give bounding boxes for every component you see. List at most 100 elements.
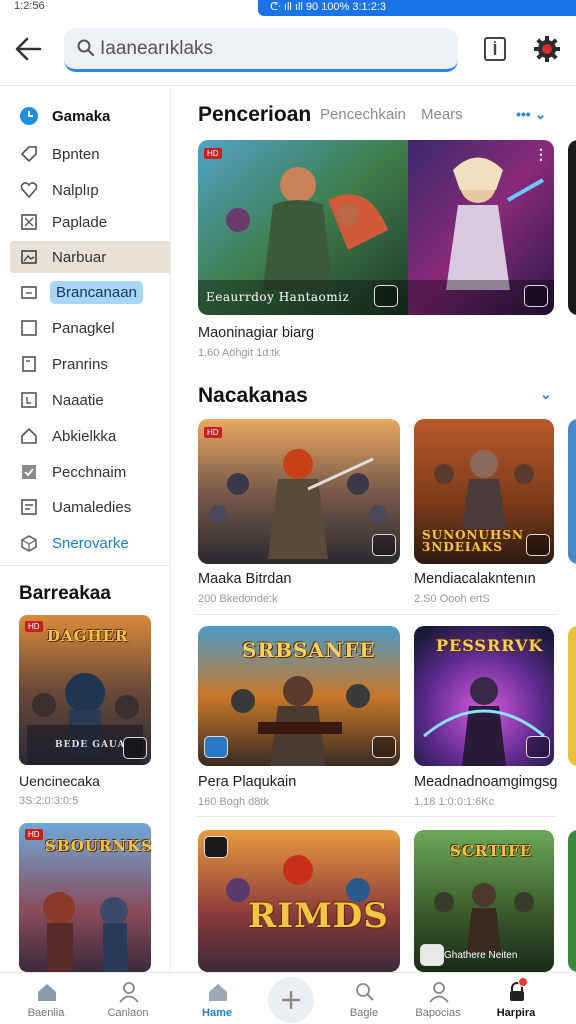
sidebar-item-brancanaan[interactable]: Brancanaan	[10, 277, 170, 309]
game-logo: DAGHER	[47, 627, 129, 645]
tag-icon	[20, 146, 37, 163]
game-corner-label: Ghathere Neiten	[444, 950, 518, 961]
featured-game-card[interactable]: HD Eeaurrdoy Hantaomiz ⋮	[198, 140, 554, 315]
sidebar-item-label: Panagkel	[52, 320, 115, 337]
sidebar-item-label: Uamaledies	[52, 499, 132, 516]
next-card-peek	[568, 140, 576, 315]
sidebar-item-pecchnaim[interactable]: Pecchnaim	[10, 456, 170, 488]
open-button[interactable]	[526, 736, 550, 758]
home-icon	[21, 427, 37, 444]
nav-baeniia[interactable]: Baeniia	[14, 973, 78, 1024]
sidebar-item-label: Paplade	[52, 214, 108, 231]
search-input[interactable]	[100, 36, 440, 62]
sidebar: Gamaka Bpnten Nalplıp Paplade Narbuar Br…	[0, 87, 171, 972]
game-title: Mendiacalakntenın	[414, 571, 536, 587]
sidebar-item-pranrins[interactable]: Pranrins	[10, 348, 170, 380]
game-meta: 1.18 1:0:0:1:6Kc	[414, 796, 495, 808]
sidebar-item-snerovarke[interactable]: Snerovarke	[10, 527, 170, 559]
nav-bagle[interactable]: Bagle	[332, 973, 396, 1024]
sidebar-item-panagkel[interactable]: Panagkel	[10, 312, 170, 344]
open-button[interactable]	[526, 534, 550, 556]
game-card[interactable]: RIMDS	[198, 830, 400, 972]
game-meta: 160 Bogh d8tk	[198, 796, 269, 808]
game-tag: HD	[25, 621, 43, 632]
section-title: Pencerioan	[198, 103, 312, 126]
app-icon	[204, 736, 228, 758]
sidebar-item-uamaledies[interactable]: Uamaledies	[10, 491, 170, 523]
game-cover-image	[198, 419, 400, 564]
game-title: Pera Plaqukain	[198, 774, 297, 790]
home-icon	[38, 984, 56, 1001]
user-icon	[429, 982, 449, 1003]
section-title: Nacakanas	[198, 384, 308, 407]
sidebar-item-paplade[interactable]: Paplade	[10, 206, 170, 238]
top-bar	[0, 16, 576, 86]
square-icon	[21, 320, 37, 336]
next-card-peek	[568, 626, 576, 766]
row-divider	[196, 816, 556, 817]
add-button[interactable]	[268, 977, 314, 1023]
sidebar-item-gamaka[interactable]: Gamaka	[10, 100, 170, 132]
game-meta: 1.60 Aöhgit 1d:tk	[198, 347, 280, 359]
gear-icon	[534, 36, 560, 62]
info-button[interactable]	[482, 36, 508, 62]
open-button[interactable]	[123, 737, 147, 759]
image-icon	[21, 250, 37, 264]
game-meta: 3S:2:0:3:0:5	[19, 795, 79, 807]
sidebar-item-label: Pranrins	[52, 356, 108, 373]
more-vertical-icon[interactable]: ⋮	[534, 146, 548, 163]
box-icon	[21, 214, 37, 230]
screen-icon	[21, 286, 37, 299]
expand-button[interactable]: ⌄	[540, 386, 552, 403]
game-tag: HD	[204, 427, 222, 438]
open-button[interactable]	[372, 534, 396, 556]
search-icon	[356, 983, 374, 1001]
nav-bapocias[interactable]: Bapocias	[406, 973, 470, 1024]
tab-mears[interactable]: Mears	[421, 106, 463, 123]
open-button[interactable]	[524, 285, 548, 307]
user-icon	[119, 982, 139, 1003]
game-logo: RIMDS	[248, 896, 389, 936]
sidebar-game-card[interactable]: HD SBOURNKS	[19, 823, 151, 972]
status-bar: 1:2:56 ᕦᐧ ıll ıll 90 100% 3:1:2:3	[0, 0, 576, 16]
sidebar-item-label: Narbuar	[52, 249, 107, 266]
more-options-button[interactable]: ••• ⌄	[516, 106, 546, 123]
plus-icon	[282, 991, 300, 1009]
sidebar-item-label: Brancanaan	[50, 281, 143, 304]
back-button[interactable]	[12, 34, 46, 64]
game-title: Uencinecaka	[19, 773, 100, 789]
sidebar-item-label: Abkielkka	[52, 428, 117, 445]
status-time: 1:2:56	[14, 0, 45, 12]
game-card[interactable]: SCRTIFE Ghathere Neiten	[414, 830, 554, 972]
nav-label: Canlaon	[107, 1007, 149, 1019]
sidebar-item-bpnten[interactable]: Bpnten	[10, 138, 170, 170]
sidebar-item-narbuar[interactable]: Narbuar	[10, 241, 170, 273]
game-card[interactable]: PESSRRVK	[414, 626, 554, 766]
sidebar-game-card[interactable]: HD DAGHER BEDE GAUA	[19, 615, 151, 765]
sidebar-item-abkielkka[interactable]: Abkielkka	[10, 420, 170, 452]
bottom-navigation: Baeniia Canlaon Hame Bagle Bapocias Harp…	[0, 972, 576, 1024]
sidebar-item-nalplip[interactable]: Nalplıp	[10, 174, 170, 206]
open-button[interactable]	[374, 285, 398, 307]
next-card-peek	[568, 419, 576, 564]
game-logo: SCRTIFE	[450, 842, 533, 860]
game-meta: 2.S0 Oooh ertS	[414, 593, 490, 605]
nav-label: Hame	[202, 1007, 232, 1019]
document-icon	[22, 356, 36, 372]
open-button[interactable]	[372, 736, 396, 758]
cube-icon	[21, 535, 37, 552]
nav-harpira[interactable]: Harpira	[484, 973, 548, 1024]
nav-hame[interactable]: Hame	[185, 973, 249, 1024]
game-card[interactable]: HD	[198, 419, 400, 564]
game-card[interactable]: SRBSANFE	[198, 626, 400, 766]
clock-icon	[20, 107, 38, 125]
nav-label: Bagle	[349, 1007, 379, 1019]
game-card[interactable]: SUNONUHSN 3NDEIAKS	[414, 419, 554, 564]
sidebar-item-label: Naaatie	[52, 392, 104, 409]
nav-canlaon[interactable]: Canlaon	[96, 973, 160, 1024]
settings-button[interactable]	[532, 34, 562, 64]
sidebar-item-naaatie[interactable]: Naaatie	[10, 384, 170, 416]
sidebar-item-label: Gamaka	[52, 108, 111, 125]
tab-pencechkain[interactable]: Pencechkain	[320, 106, 406, 123]
sidebar-divider	[0, 565, 171, 566]
